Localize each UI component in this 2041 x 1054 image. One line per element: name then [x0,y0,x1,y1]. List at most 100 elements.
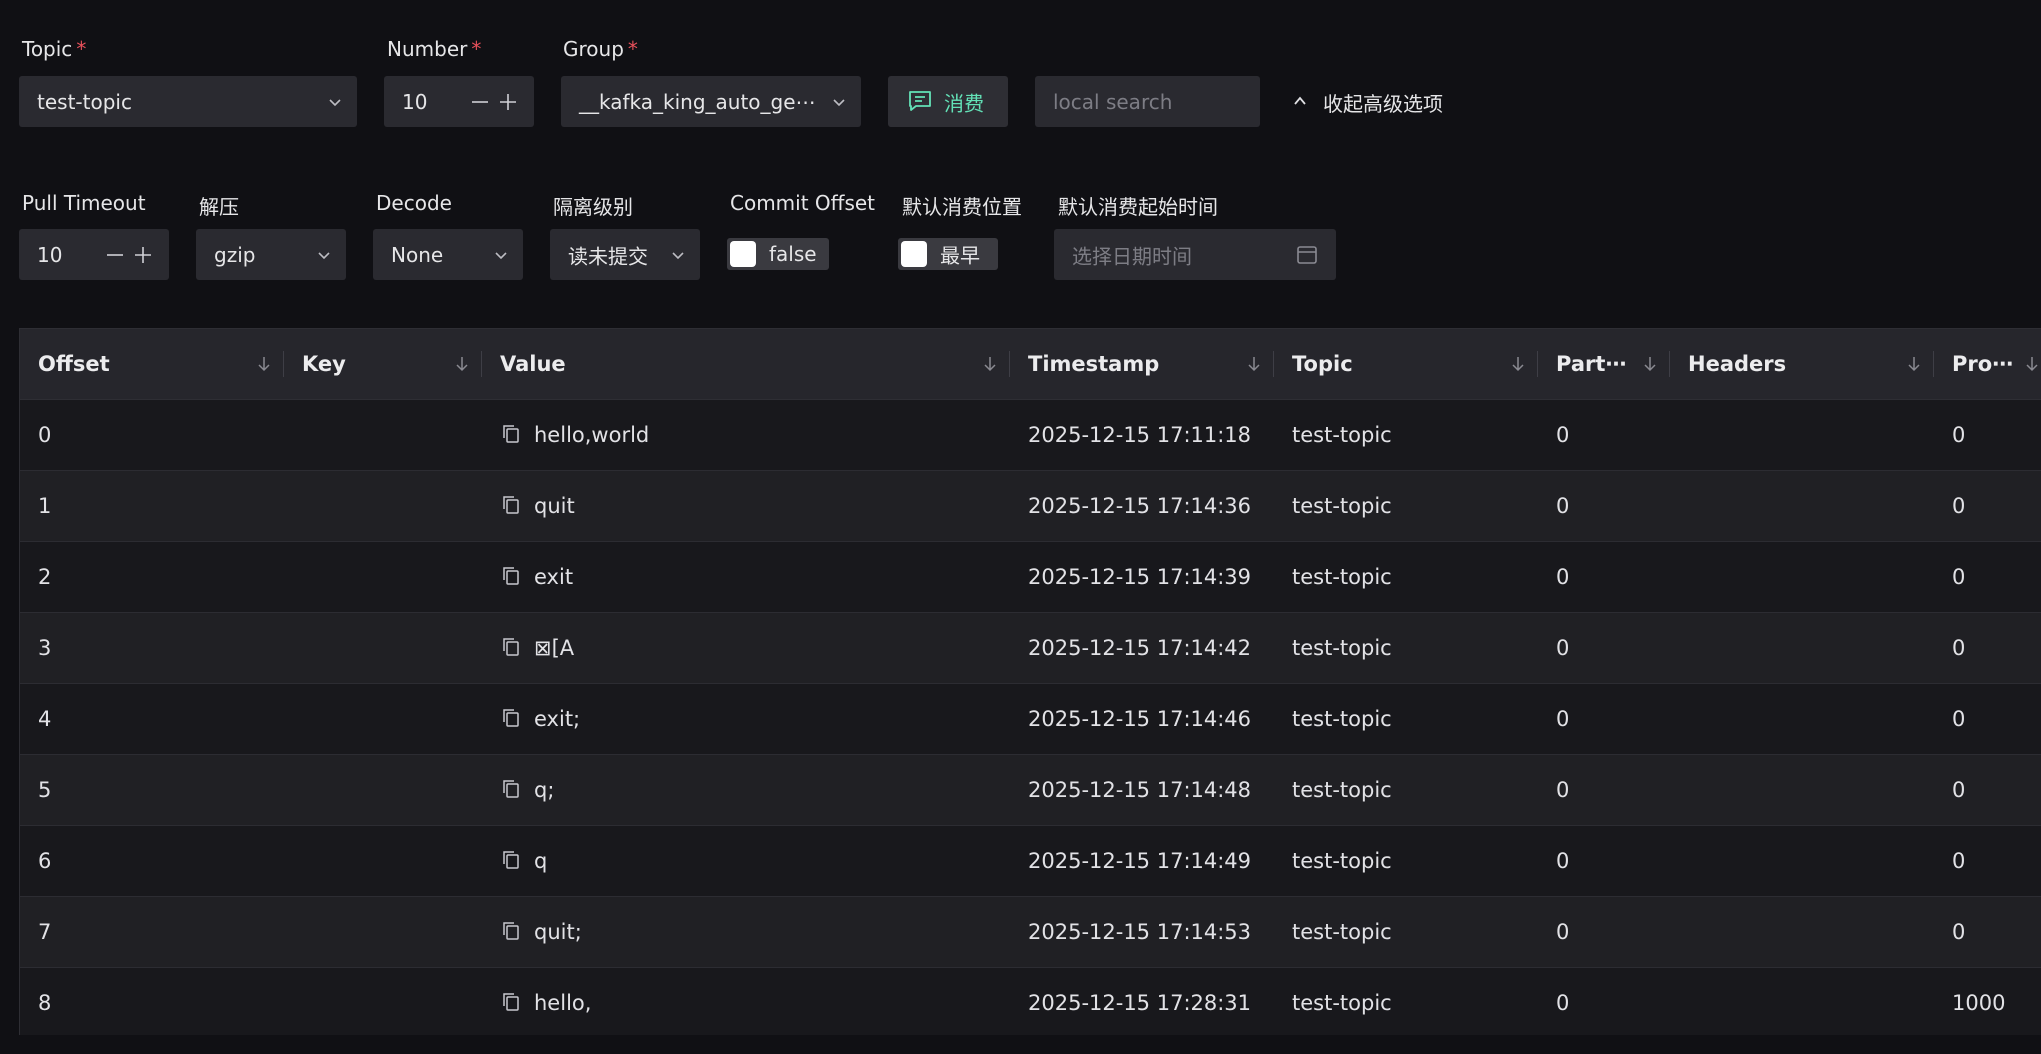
table-row[interactable]: 2 exit 2025-12-15 17:14:39 test-topic 0 0 [20,542,2041,613]
column-header-key[interactable]: Key [284,329,482,399]
cell-value: exit; [534,707,581,731]
number-stepper[interactable]: 10 [384,76,534,127]
cell-topic: test-topic [1292,565,1392,589]
copy-icon[interactable] [501,778,521,800]
column-header-offset[interactable]: Offset [20,329,284,399]
cell-topic: test-topic [1292,423,1392,447]
column-header-headers[interactable]: Headers [1670,329,1934,399]
chevron-down-icon [672,251,684,259]
plus-icon[interactable] [498,92,518,112]
sort-arrow-icon[interactable] [1642,355,1658,373]
group-select[interactable]: __kafka_king_auto_ge⋯ [561,76,861,127]
cell-offset: 1 [38,494,52,518]
topic-select-value: test-topic [37,89,132,114]
topic-select[interactable]: test-topic [19,76,357,127]
commit-offset-label: Commit Offset [730,191,876,215]
chevron-down-icon [329,98,341,106]
decode-label: Decode [376,191,452,215]
cell-pro: 0 [1952,778,1966,802]
sort-arrow-icon[interactable] [1906,355,1922,373]
copy-icon[interactable] [501,494,521,516]
cell-value: hello,world [534,423,650,447]
default-position-toggle[interactable]: 最早 [898,238,998,270]
cell-topic: test-topic [1292,991,1392,1015]
cell-partition: 0 [1556,849,1570,873]
datetime-placeholder: 选择日期时间 [1072,244,1192,268]
copy-icon[interactable] [501,920,521,942]
default-start-time-label: 默认消费起始时间 [1058,195,1218,219]
sort-arrow-icon[interactable] [1246,355,1262,373]
sort-arrow-icon[interactable] [454,355,470,373]
minus-icon[interactable] [470,92,490,112]
cell-offset: 2 [38,565,52,589]
cell-partition: 0 [1556,636,1570,660]
default-position-label: 默认消费位置 [902,195,1022,219]
column-header-pro[interactable]: Pro⋯ [1934,329,2041,399]
cell-value: ⊠[A [534,636,575,660]
cell-topic: test-topic [1292,636,1392,660]
cell-pro: 0 [1952,494,1966,518]
cell-timestamp: 2025-12-15 17:14:49 [1028,849,1252,873]
minus-icon[interactable] [105,245,125,265]
collapse-advanced-label: 收起高级选项 [1323,92,1443,116]
copy-icon[interactable] [501,707,521,729]
cell-offset: 4 [38,707,52,731]
table-row[interactable]: 5 q; 2025-12-15 17:14:48 test-topic 0 0 [20,755,2041,826]
column-header-value[interactable]: Value [482,329,1010,399]
cell-timestamp: 2025-12-15 17:14:48 [1028,778,1252,802]
table-row[interactable]: 4 exit; 2025-12-15 17:14:46 test-topic 0 0 [20,684,2041,755]
copy-icon[interactable] [501,991,521,1013]
pull-timeout-stepper[interactable]: 10 [19,229,169,280]
cell-timestamp: 2025-12-15 17:14:39 [1028,565,1252,589]
decode-select[interactable]: None [373,229,523,280]
sort-arrow-icon[interactable] [2024,355,2040,373]
table-row[interactable]: 8 hello, 2025-12-15 17:28:31 test-topic 0 100… [20,968,2041,1035]
toggle-knob [730,241,756,267]
copy-icon[interactable] [501,565,521,587]
message-icon [909,91,931,111]
column-header-partition[interactable]: Part⋯ [1538,329,1670,399]
cell-value: exit [534,565,574,589]
cell-timestamp: 2025-12-15 17:14:46 [1028,707,1252,731]
cell-partition: 0 [1556,991,1570,1015]
commit-offset-toggle[interactable]: false [727,238,829,270]
copy-icon[interactable] [501,423,521,445]
isolation-select[interactable]: 读未提交 [550,229,700,280]
cell-offset: 0 [38,423,52,447]
local-search-input[interactable]: local search [1035,76,1260,127]
sort-arrow-icon[interactable] [1510,355,1526,373]
column-header-timestamp[interactable]: Timestamp [1010,329,1274,399]
cell-partition: 0 [1556,707,1570,731]
cell-offset: 6 [38,849,52,873]
cell-pro: 0 [1952,707,1966,731]
table-row[interactable]: 7 quit; 2025-12-15 17:14:53 test-topic 0 0 [20,897,2041,968]
table-row[interactable]: 6 q 2025-12-15 17:14:49 test-topic 0 0 [20,826,2041,897]
table-row[interactable]: 3 ⊠[A 2025-12-15 17:14:42 test-topic 0 0 [20,613,2041,684]
cell-offset: 3 [38,636,52,660]
cell-offset: 5 [38,778,52,802]
cell-partition: 0 [1556,494,1570,518]
cell-topic: test-topic [1292,494,1392,518]
copy-icon[interactable] [501,636,521,658]
cell-timestamp: 2025-12-15 17:28:31 [1028,991,1252,1015]
table-row[interactable]: 1 quit 2025-12-15 17:14:36 test-topic 0 0 [20,471,2041,542]
cell-pro: 0 [1952,565,1966,589]
cell-pro: 0 [1952,636,1966,660]
plus-icon[interactable] [133,245,153,265]
cell-topic: test-topic [1292,920,1392,944]
consume-button[interactable]: 消费 [888,76,1008,127]
isolation-value: 读未提交 [568,244,648,268]
calendar-icon [1297,246,1317,264]
cell-offset: 8 [38,991,52,1015]
datetime-picker[interactable]: 选择日期时间 [1054,229,1336,280]
table-row[interactable]: 0 hello,world 2025-12-15 17:11:18 test-topi… [20,400,2041,471]
commit-offset-value: false [769,242,817,266]
sort-arrow-icon[interactable] [256,355,272,373]
number-label: Number * [387,37,482,61]
sort-arrow-icon[interactable] [982,355,998,373]
default-position-value: 最早 [940,243,980,268]
local-search-placeholder: local search [1053,89,1173,114]
decompress-select[interactable]: gzip [196,229,346,280]
copy-icon[interactable] [501,849,521,871]
column-header-topic[interactable]: Topic [1274,329,1538,399]
